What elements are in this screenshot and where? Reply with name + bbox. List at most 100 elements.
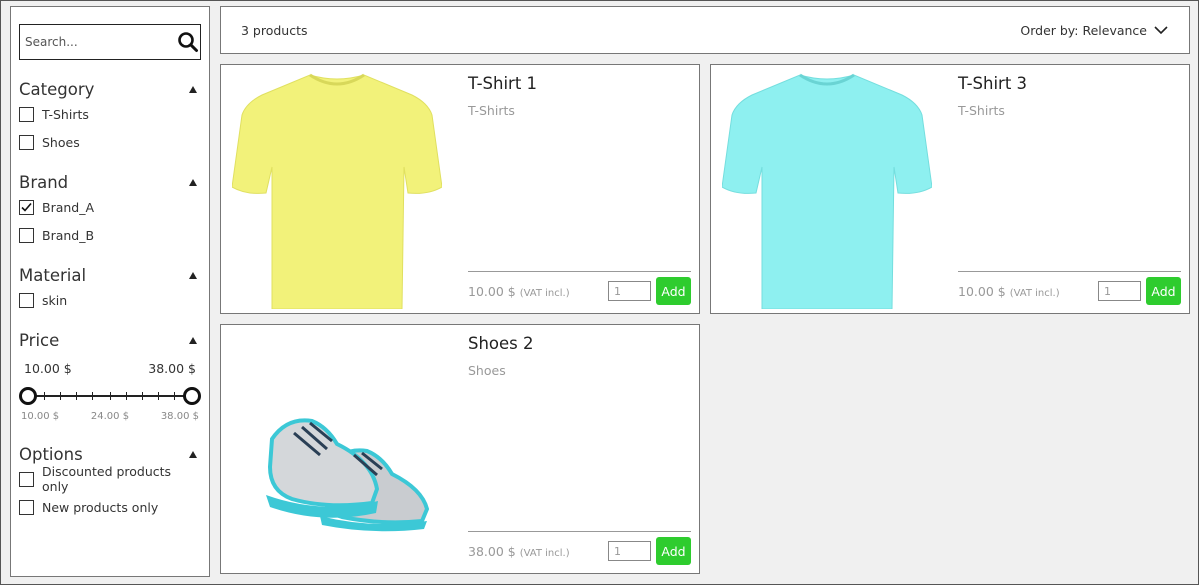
brand-b-checkbox[interactable]: [19, 227, 34, 243]
scale-min-label: 10.00 $: [21, 411, 60, 422]
product-count: 3 products: [241, 22, 308, 38]
product-price: 10.00 $ (VAT incl.): [958, 284, 1060, 299]
collapse-triangle-icon[interactable]: [189, 336, 197, 344]
slider-tick: [60, 392, 61, 400]
option-label: New products only: [42, 499, 159, 515]
search-box: [19, 24, 201, 60]
quantity-input[interactable]: [1098, 281, 1141, 301]
collapse-triangle-icon[interactable]: [189, 178, 197, 186]
price-max-value: 38.00 $: [148, 361, 196, 376]
add-to-cart-button[interactable]: Add: [656, 537, 691, 565]
category-option-shoes[interactable]: Shoes: [19, 128, 201, 156]
option-new[interactable]: New products only: [19, 493, 201, 521]
option-label: T-Shirts: [42, 106, 89, 122]
price-min-value: 10.00 $: [24, 361, 72, 376]
option-label: Brand_B: [42, 227, 95, 243]
category-title: Category: [19, 79, 95, 99]
material-header[interactable]: Material: [19, 264, 201, 286]
shoes-checkbox[interactable]: [19, 134, 34, 150]
divider: [468, 531, 691, 532]
search-icon[interactable]: [175, 27, 200, 57]
slider-min-handle[interactable]: [19, 387, 37, 405]
product-category: T-Shirts: [958, 103, 1005, 118]
brand-header[interactable]: Brand: [19, 171, 201, 193]
chevron-down-icon: [1154, 26, 1168, 35]
add-to-cart-button[interactable]: Add: [1146, 277, 1181, 305]
option-label: Shoes: [42, 134, 80, 150]
product-title[interactable]: T-Shirt 3: [958, 74, 1027, 93]
options-filter: Options Discounted products only New pro…: [19, 443, 201, 521]
scale-max-label: 38.00 $: [160, 411, 199, 422]
price-title: Price: [19, 330, 60, 350]
tshirt-image[interactable]: [719, 69, 935, 309]
option-label: Brand_A: [42, 199, 95, 215]
slider-tick: [92, 392, 93, 400]
options-title: Options: [19, 444, 83, 464]
brand-filter: Brand Brand_A Brand_B: [19, 171, 201, 249]
material-title: Material: [19, 265, 87, 285]
category-header[interactable]: Category: [19, 78, 201, 100]
option-label: skin: [42, 292, 68, 308]
search-input[interactable]: [20, 25, 175, 59]
slider-max-handle[interactable]: [183, 387, 201, 405]
product-price: 38.00 $ (VAT incl.): [468, 544, 570, 559]
collapse-triangle-icon[interactable]: [189, 85, 197, 93]
category-filter: Category T-Shirts Shoes: [19, 78, 201, 156]
price-value: 10.00 $: [958, 284, 1006, 299]
product-category: T-Shirts: [468, 103, 515, 118]
brand-option-a[interactable]: Brand_A: [19, 193, 201, 221]
vat-note: (VAT incl.): [519, 288, 570, 299]
price-scale: 10.00 $ 24.00 $ 38.00 $: [19, 411, 201, 422]
option-discounted[interactable]: Discounted products only: [19, 464, 201, 494]
add-to-cart-button[interactable]: Add: [656, 277, 691, 305]
price-header[interactable]: Price: [19, 329, 201, 351]
slider-tick: [76, 392, 77, 400]
order-by-dropdown[interactable]: Order by: Relevance: [1020, 23, 1169, 38]
slider-tick: [126, 392, 127, 400]
tshirts-checkbox[interactable]: [19, 106, 34, 122]
product-title[interactable]: T-Shirt 1: [468, 74, 537, 93]
price-value: 10.00 $: [468, 284, 516, 299]
checkmark-icon: [21, 202, 32, 212]
product-price: 10.00 $ (VAT incl.): [468, 284, 570, 299]
slider-tick: [174, 392, 175, 400]
price-range-values: 10.00 $ 38.00 $: [19, 361, 201, 376]
material-filter: Material skin: [19, 264, 201, 314]
tshirt-image[interactable]: [229, 69, 445, 309]
slider-tick: [44, 392, 45, 400]
product-card: Shoes 2 Shoes 38.00 $ (VAT incl.) Add: [220, 324, 700, 574]
results-toolbar: 3 products Order by: Relevance: [220, 6, 1190, 54]
product-category: Shoes: [468, 363, 506, 378]
product-card: T-Shirt 3 T-Shirts 10.00 $ (VAT incl.) A…: [710, 64, 1190, 314]
order-by-label: Order by: Relevance: [1020, 22, 1147, 38]
skin-checkbox[interactable]: [19, 292, 34, 308]
collapse-triangle-icon[interactable]: [189, 271, 197, 279]
vat-note: (VAT incl.): [519, 548, 570, 559]
collapse-triangle-icon[interactable]: [189, 450, 197, 458]
option-label: Discounted products only: [42, 464, 172, 494]
slider-tick: [158, 392, 159, 400]
slider-tick: [142, 392, 143, 400]
vat-note: (VAT incl.): [1009, 288, 1060, 299]
product-card: T-Shirt 1 T-Shirts 10.00 $ (VAT incl.) A…: [220, 64, 700, 314]
brand-option-b[interactable]: Brand_B: [19, 221, 201, 249]
divider: [958, 271, 1181, 272]
slider-tick: [110, 392, 111, 400]
new-products-checkbox[interactable]: [19, 499, 34, 515]
filter-sidebar: Category T-Shirts Shoes Brand Brand_A Br…: [10, 6, 210, 577]
price-filter: Price 10.00 $ 38.00 $ 10.00 $ 24.00 $ 38…: [19, 329, 201, 422]
brand-title: Brand: [19, 172, 69, 192]
scale-mid-label: 24.00 $: [90, 411, 130, 422]
quantity-input[interactable]: [608, 281, 651, 301]
product-title[interactable]: Shoes 2: [468, 334, 534, 353]
price-value: 38.00 $: [468, 544, 516, 559]
price-slider[interactable]: [19, 386, 201, 406]
brand-a-checkbox[interactable]: [19, 199, 34, 215]
category-option-tshirts[interactable]: T-Shirts: [19, 100, 201, 128]
options-header[interactable]: Options: [19, 443, 201, 465]
material-option-skin[interactable]: skin: [19, 286, 201, 314]
shoes-image[interactable]: [229, 329, 445, 569]
divider: [468, 271, 691, 272]
quantity-input[interactable]: [608, 541, 651, 561]
discounted-checkbox[interactable]: [19, 471, 34, 487]
